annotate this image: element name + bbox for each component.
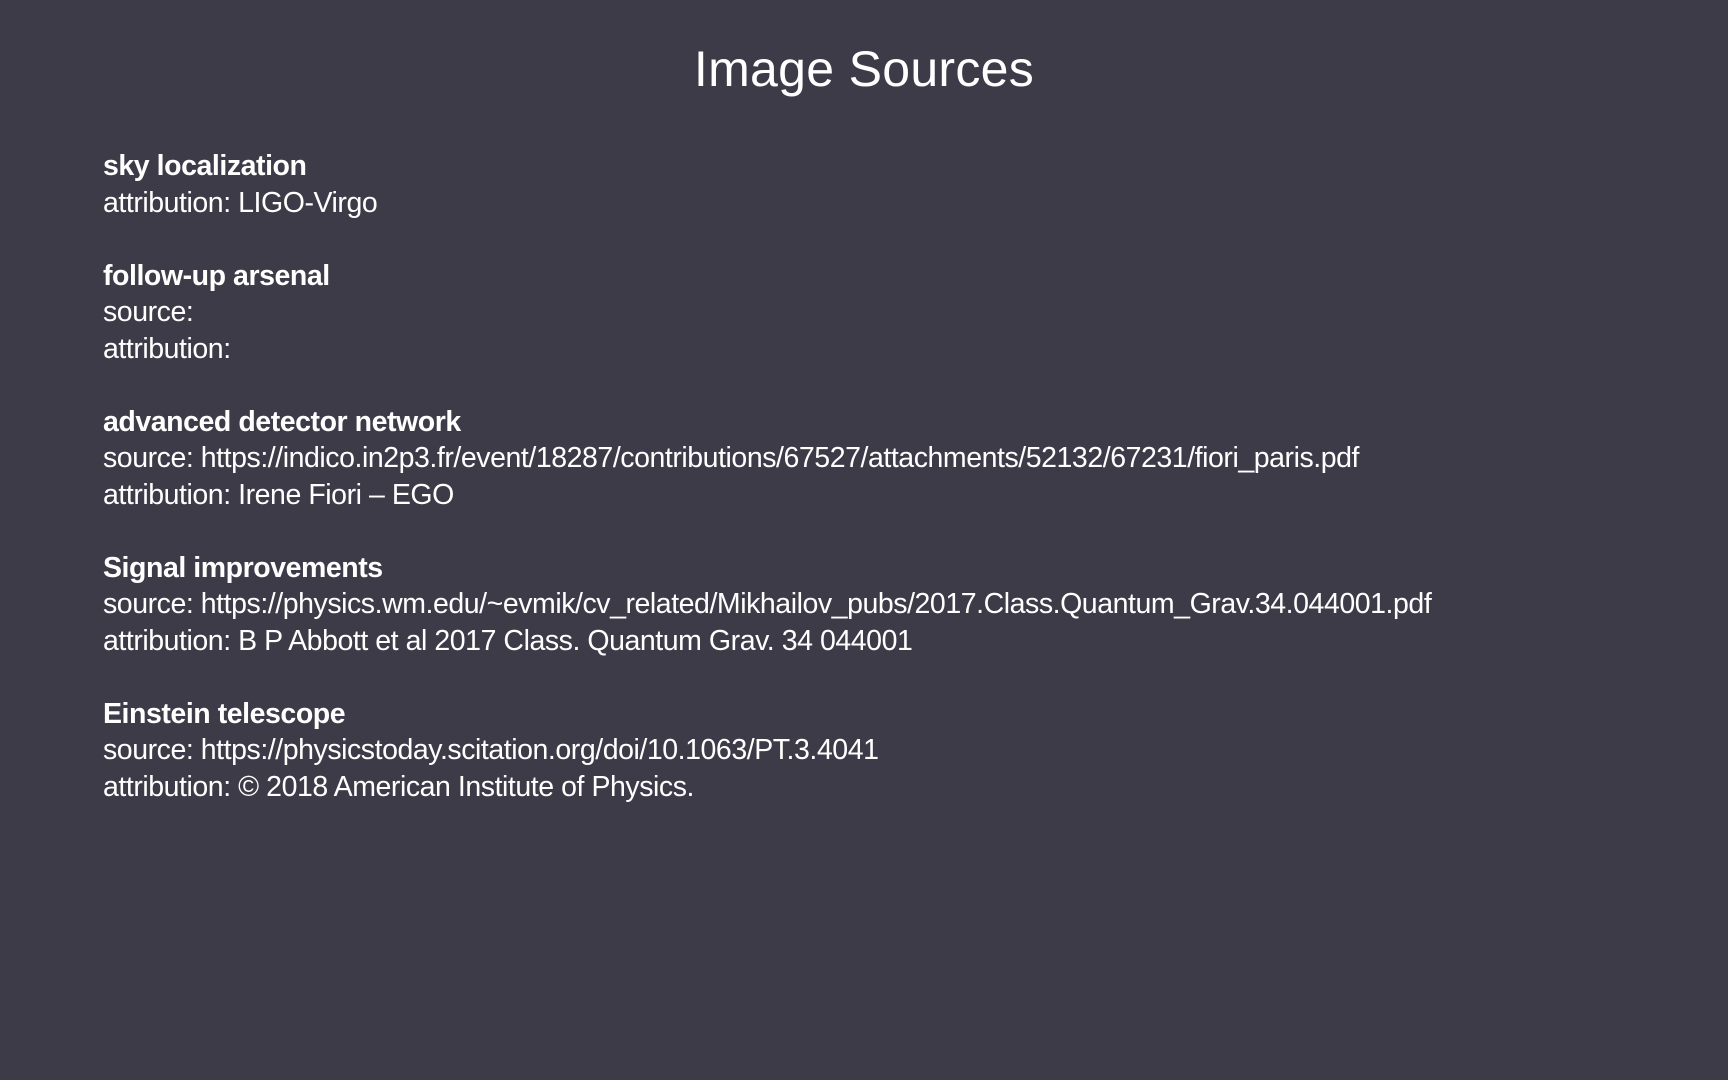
source-line: source: https://physicstoday.scitation.o… bbox=[103, 734, 879, 766]
source-entry-advanced-detector-network: advanced detector network source: https:… bbox=[103, 404, 1683, 514]
slide: Image Sources sky localization attributi… bbox=[0, 0, 1728, 1080]
source-heading: Einstein telescope bbox=[103, 697, 346, 730]
source-line: source: https://indico.in2p3.fr/event/18… bbox=[103, 442, 1360, 474]
attribution-line: attribution: LIGO-Virgo bbox=[103, 186, 378, 219]
source-heading: advanced detector network bbox=[103, 405, 461, 438]
slide-title: Image Sources bbox=[693, 41, 1035, 97]
attribution-line: attribution: © 2018 American Institute o… bbox=[103, 770, 694, 803]
source-entry-sky-localization: sky localization attribution: LIGO-Virgo bbox=[103, 148, 1683, 221]
source-heading: Signal improvements bbox=[103, 551, 383, 584]
attribution-line: attribution: Irene Fiori – EGO bbox=[103, 478, 454, 511]
source-heading: follow-up arsenal bbox=[103, 259, 330, 292]
image-sources-list: sky localization attribution: LIGO-Virgo… bbox=[103, 148, 1683, 842]
source-heading: sky localization bbox=[103, 150, 307, 182]
attribution-line: attribution: B P Abbott et al 2017 Class… bbox=[103, 624, 913, 657]
source-entry-signal-improvements: Signal improvements source: https://phys… bbox=[103, 550, 1683, 660]
source-entry-einstein-telescope: Einstein telescope source: https://physi… bbox=[103, 696, 1683, 806]
source-entry-follow-up-arsenal: follow-up arsenal source: attribution: bbox=[103, 258, 1683, 368]
attribution-line: attribution: bbox=[103, 332, 231, 365]
source-line: source: https://physics.wm.edu/~evmik/cv… bbox=[103, 588, 1432, 620]
source-line: source: bbox=[103, 296, 194, 328]
